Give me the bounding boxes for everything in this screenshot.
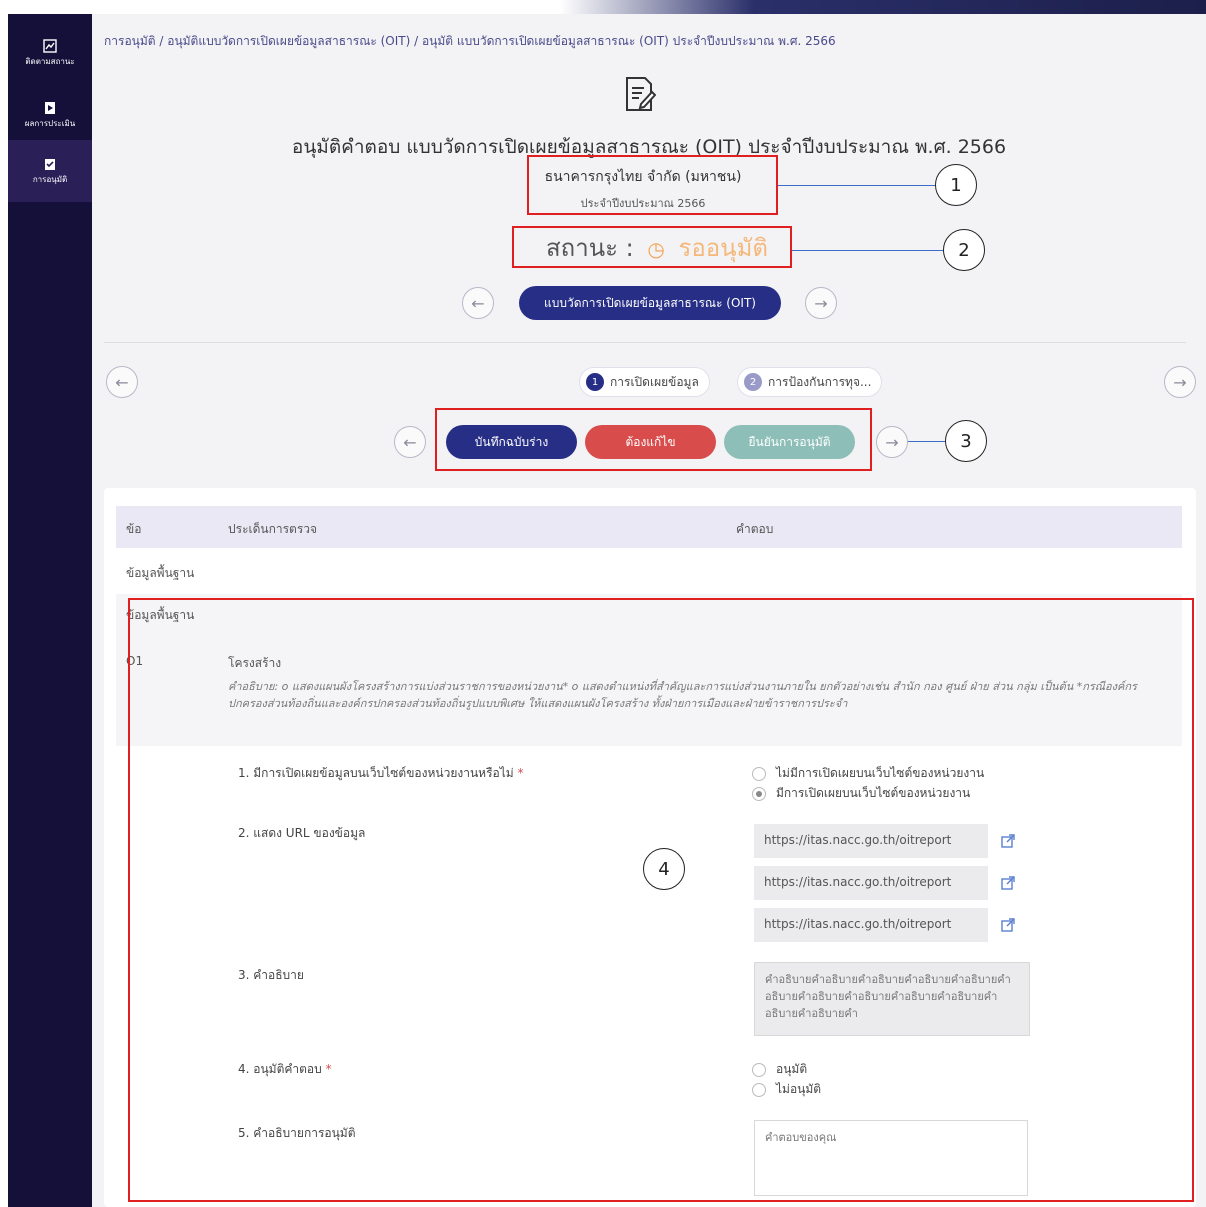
annotation-line: [908, 441, 946, 442]
annotation-marker-3: 3: [945, 420, 987, 462]
prev-form-button[interactable]: ←: [462, 287, 494, 319]
sidebar-item-status[interactable]: ติดตามสถานะ: [8, 22, 92, 84]
step-number: 1: [586, 373, 604, 391]
annotation-box-1: [527, 155, 778, 215]
annotation-marker-1: 1: [935, 164, 977, 206]
annotation-box-2: [512, 226, 792, 268]
annotation-box-4: [128, 598, 1194, 1202]
arrow-left-icon: ←: [403, 432, 417, 452]
arrow-right-icon: →: [885, 432, 899, 452]
top-bar-gradient: [560, 0, 1206, 14]
table-header: ข้อ ประเด็นการตรวจ คำตอบ: [116, 506, 1182, 548]
breadcrumb: การอนุมัติ / อนุมัติแบบวัดการเปิดเผยข้อม…: [104, 34, 836, 48]
edit-document-icon: [626, 77, 656, 111]
column-header: ข้อ: [126, 522, 142, 536]
next-section-button[interactable]: →: [876, 426, 908, 458]
tab-step-2[interactable]: 2 การป้องกันการทุจ...: [737, 367, 883, 397]
arrow-right-icon: →: [1173, 372, 1187, 392]
tab-step-1[interactable]: 1 การเปิดเผยข้อมูล: [579, 367, 710, 397]
current-form-pill[interactable]: แบบวัดการเปิดเผยข้อมูลสาธารณะ (OIT): [519, 286, 781, 320]
document-icon: [45, 101, 55, 114]
arrow-left-icon: ←: [471, 293, 485, 313]
prev-step-button[interactable]: ←: [106, 366, 138, 398]
sidebar-item-results[interactable]: ผลการประเมิน: [8, 84, 92, 146]
annotation-line: [778, 185, 936, 186]
sidebar: ติดตามสถานะ ผลการประเมิน การอนุมัติ: [8, 14, 92, 1207]
next-form-button[interactable]: →: [805, 287, 837, 319]
sidebar-item-label: ผลการประเมิน: [24, 118, 76, 128]
sidebar-item-label: ติดตามสถานะ: [25, 56, 75, 66]
clipboard-check-icon: [45, 158, 55, 170]
step-label: การป้องกันการทุจ...: [768, 374, 872, 389]
next-step-button[interactable]: →: [1164, 366, 1196, 398]
prev-section-button[interactable]: ←: [394, 426, 426, 458]
column-header: คำตอบ: [736, 522, 774, 536]
column-header: ประเด็นการตรวจ: [228, 522, 318, 536]
chart-icon: [43, 38, 57, 53]
step-number: 2: [744, 373, 762, 391]
divider: [104, 342, 1186, 343]
annotation-marker-4: 4: [643, 848, 685, 890]
step-label: การเปิดเผยข้อมูล: [610, 374, 699, 389]
group-row: ข้อมูลพื้นฐาน: [126, 566, 195, 580]
arrow-left-icon: ←: [115, 372, 129, 392]
annotation-line: [792, 250, 944, 251]
annotation-box-3: [435, 408, 872, 471]
arrow-right-icon: →: [814, 293, 828, 313]
annotation-marker-2: 2: [943, 229, 985, 271]
top-bar: [0, 0, 1206, 14]
sidebar-item-approval[interactable]: การอนุมัติ: [8, 140, 92, 202]
sidebar-item-label: การอนุมัติ: [32, 174, 68, 184]
